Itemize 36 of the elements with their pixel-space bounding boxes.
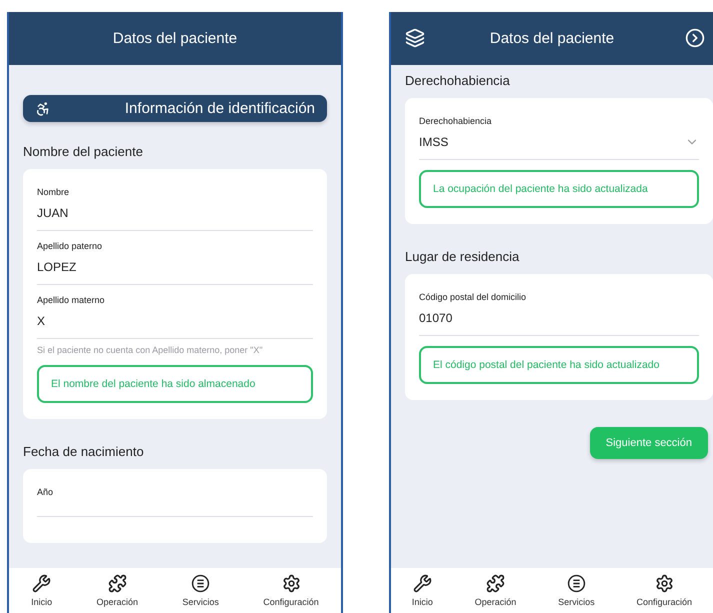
- layers-icon[interactable]: [405, 28, 425, 48]
- puzzle-icon: [108, 574, 127, 593]
- nav-item[interactable]: Operación: [96, 574, 138, 607]
- nav-item[interactable]: Inicio: [31, 574, 52, 607]
- tools-icon: [412, 574, 432, 593]
- nav-item[interactable]: Configuración: [636, 574, 692, 607]
- section-heading: Nombre del paciente: [23, 144, 144, 159]
- section-heading: Fecha de nacimiento: [23, 444, 145, 459]
- input-field[interactable]: Apellido paterno LOPEZ: [37, 241, 313, 285]
- tools-icon: [32, 574, 52, 593]
- nav-item[interactable]: Configuración: [263, 574, 319, 607]
- field-hint: Si el paciente no cuenta con Apellido materno, poner "X": [37, 345, 264, 355]
- section-banner[interactable]: Información de identificación: [23, 95, 327, 122]
- header-title: Datos del paciente: [112, 30, 238, 47]
- success-message: La ocupación del paciente ha sido actualizada: [419, 170, 699, 208]
- success-message: El código postal del paciente ha sido actualizado: [419, 346, 699, 384]
- next-circle-icon[interactable]: [685, 28, 705, 48]
- settings-icon: [654, 574, 674, 593]
- nav-item[interactable]: Servicios: [558, 574, 595, 607]
- list-icon: [191, 574, 210, 593]
- input-field[interactable]: Apellido materno X: [37, 295, 313, 339]
- banner-title: Información de identificación: [124, 100, 315, 117]
- success-message: El nombre del paciente ha sido almacenado: [37, 365, 313, 403]
- input-field[interactable]: Código postal del domicilio 01070: [419, 292, 699, 336]
- settings-icon: [282, 574, 301, 593]
- puzzle-icon: [486, 574, 506, 593]
- nav-item[interactable]: Servicios: [182, 574, 219, 607]
- nav-item[interactable]: Operación: [474, 574, 516, 607]
- header-title: Datos del paciente: [490, 30, 614, 47]
- list-icon: [566, 574, 586, 593]
- nav-item[interactable]: Inicio: [412, 574, 433, 607]
- input-field[interactable]: Año: [37, 487, 313, 517]
- section-heading: Lugar de residencia: [405, 249, 520, 264]
- select-field[interactable]: Derechohabiencia IMSS: [419, 116, 699, 160]
- input-field[interactable]: Nombre JUAN: [37, 187, 313, 231]
- section-heading: Derechohabiencia: [405, 73, 511, 88]
